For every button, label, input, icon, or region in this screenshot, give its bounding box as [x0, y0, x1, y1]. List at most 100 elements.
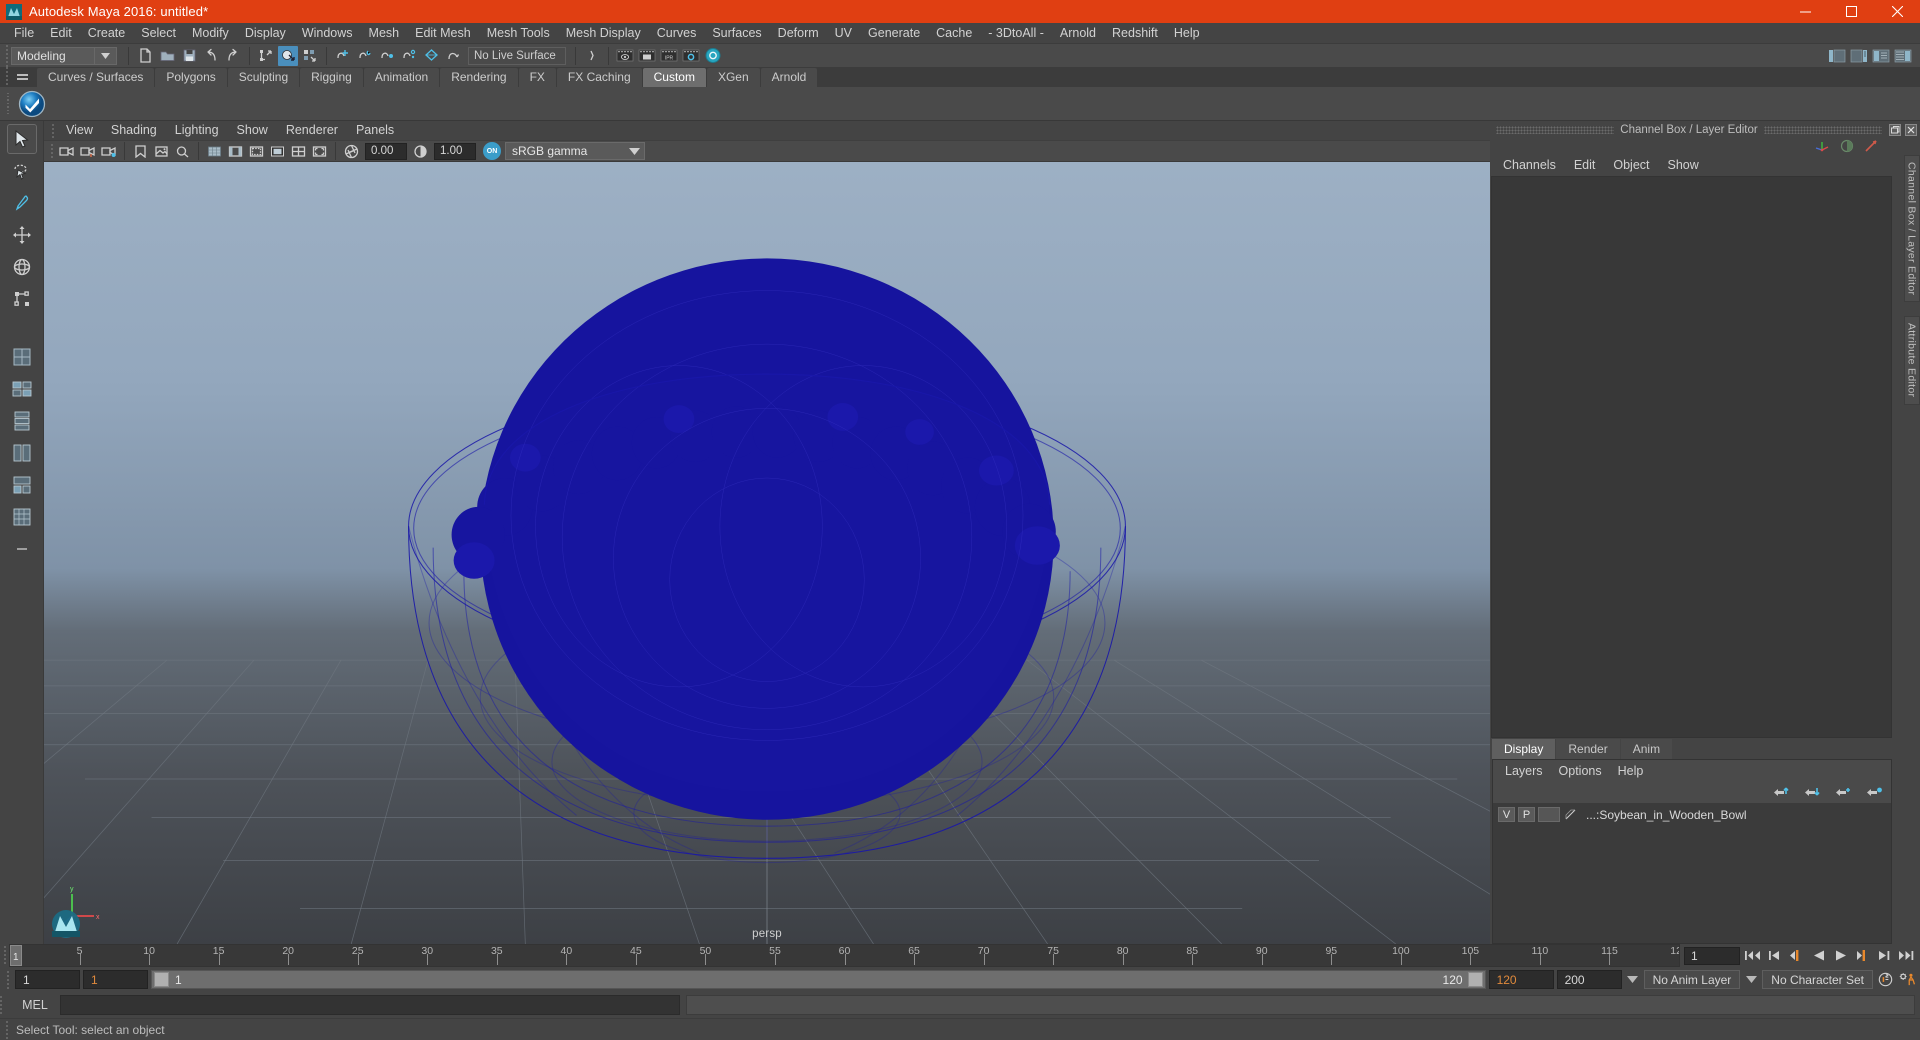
- menu-display[interactable]: Display: [237, 23, 294, 43]
- time-slider[interactable]: 1 5 10 15 20 25 30 35 40 45 50 55 60 65 70 75 80 85 90 95 1…: [9, 944, 1680, 967]
- show-hide-tool-settings-icon[interactable]: [1871, 46, 1891, 66]
- anim-start-time-field[interactable]: 1: [15, 970, 80, 989]
- image-plane-icon[interactable]: [152, 142, 171, 161]
- move-layer-down-icon[interactable]: [1804, 786, 1821, 799]
- shape-channels-icon[interactable]: [1840, 139, 1854, 153]
- character-set-chevron-down-icon[interactable]: [1743, 970, 1759, 989]
- layer-menu-layers[interactable]: Layers: [1497, 761, 1551, 781]
- viewport-menu-gripper[interactable]: [48, 120, 57, 142]
- anim-layer-selector[interactable]: No Anim Layer: [1643, 970, 1741, 989]
- menu-select[interactable]: Select: [133, 23, 184, 43]
- vertical-tab-channel-box[interactable]: Channel Box / Layer Editor: [1903, 155, 1920, 303]
- snap-to-grid-icon[interactable]: [333, 46, 353, 66]
- menu-curves[interactable]: Curves: [649, 23, 705, 43]
- menu-cache[interactable]: Cache: [928, 23, 980, 43]
- move-tool[interactable]: [8, 221, 36, 249]
- shelf-tab-polygons[interactable]: Polygons: [155, 68, 227, 87]
- menu-mesh-tools[interactable]: Mesh Tools: [479, 23, 558, 43]
- select-tool[interactable]: [6, 124, 37, 154]
- open-scene-icon[interactable]: [157, 46, 177, 66]
- vertical-tab-attribute-editor[interactable]: Attribute Editor: [1903, 316, 1920, 405]
- chevron-down-icon[interactable]: [95, 46, 117, 65]
- move-layer-up-icon[interactable]: [1773, 786, 1790, 799]
- snap-to-point-icon[interactable]: [377, 46, 397, 66]
- menu-redshift[interactable]: Redshift: [1104, 23, 1166, 43]
- film-origin-icon[interactable]: [289, 142, 308, 161]
- step-forward-keyframe-icon[interactable]: [1875, 946, 1894, 965]
- menu-create[interactable]: Create: [80, 23, 134, 43]
- shelf-tab-curves-surfaces[interactable]: Curves / Surfaces: [37, 68, 155, 87]
- render-view-toggle-icon[interactable]: [703, 46, 723, 66]
- layer-tab-anim[interactable]: Anim: [1620, 739, 1673, 759]
- range-handle-right[interactable]: [1467, 972, 1483, 987]
- new-layer-from-selected-icon[interactable]: [1866, 786, 1883, 799]
- menu-edit-mesh[interactable]: Edit Mesh: [407, 23, 479, 43]
- command-line-gripper[interactable]: [0, 996, 2, 1014]
- redo-icon[interactable]: [223, 46, 243, 66]
- select-by-component-type-icon[interactable]: [300, 46, 320, 66]
- snap-to-projected-center-icon[interactable]: [399, 46, 419, 66]
- viewport-menu-shading[interactable]: Shading: [102, 121, 166, 140]
- render-current-frame-icon[interactable]: [615, 46, 635, 66]
- layer-menu-options[interactable]: Options: [1551, 761, 1610, 781]
- toolbox-minus-icon[interactable]: [8, 535, 36, 563]
- shelf-tab-fx-caching[interactable]: FX Caching: [556, 68, 642, 87]
- output-channels-icon[interactable]: [1864, 139, 1878, 153]
- layout-hypershade-icon[interactable]: [8, 439, 36, 467]
- menu-deform[interactable]: Deform: [770, 23, 827, 43]
- menu-uv[interactable]: UV: [827, 23, 860, 43]
- layout-persp-graph-icon[interactable]: [8, 407, 36, 435]
- viewport-menu-renderer[interactable]: Renderer: [277, 121, 347, 140]
- gamma-value-field[interactable]: 1.00: [434, 142, 476, 160]
- ipr-render-icon[interactable]: IPR: [659, 46, 679, 66]
- menu-modify[interactable]: Modify: [184, 23, 237, 43]
- range-handle-left[interactable]: [154, 972, 169, 987]
- render-settings-icon[interactable]: [681, 46, 701, 66]
- menu-edit[interactable]: Edit: [42, 23, 80, 43]
- shelf-tab-animation[interactable]: Animation: [363, 68, 440, 87]
- menu-set-selector[interactable]: Modeling: [11, 46, 95, 65]
- layout-more-icon[interactable]: [8, 503, 36, 531]
- help-line-gripper[interactable]: [6, 1020, 8, 1039]
- render-sequence-icon[interactable]: [637, 46, 657, 66]
- snap-to-curve-icon[interactable]: [355, 46, 375, 66]
- channel-box-menu-edit[interactable]: Edit: [1565, 155, 1605, 175]
- bookmarks-icon[interactable]: [131, 142, 150, 161]
- menu-surfaces[interactable]: Surfaces: [704, 23, 769, 43]
- undo-icon[interactable]: [201, 46, 221, 66]
- new-scene-icon[interactable]: [135, 46, 155, 66]
- play-forwards-icon[interactable]: [1831, 946, 1850, 965]
- channel-box-menu-show[interactable]: Show: [1659, 155, 1708, 175]
- layer-color-swatch[interactable]: [1538, 807, 1560, 822]
- auto-keyframe-icon[interactable]: [1876, 970, 1895, 989]
- film-gate-icon[interactable]: [226, 142, 245, 161]
- show-hide-channel-box-icon[interactable]: [1893, 46, 1913, 66]
- viewport-menu-lighting[interactable]: Lighting: [166, 121, 228, 140]
- menu-3dtoall[interactable]: - 3DtoAll -: [980, 23, 1052, 43]
- playback-end-time-field[interactable]: 120: [1488, 970, 1554, 989]
- shelf-gripper[interactable]: [2, 65, 11, 87]
- anim-end-time-field[interactable]: 200: [1556, 970, 1622, 989]
- gate-mask-icon[interactable]: [268, 142, 287, 161]
- shelf-tab-rendering[interactable]: Rendering: [440, 68, 518, 87]
- command-language-label[interactable]: MEL: [10, 998, 60, 1012]
- range-slider-gripper[interactable]: [3, 969, 12, 991]
- shelf-tab-sculpting[interactable]: Sculpting: [227, 68, 300, 87]
- close-button[interactable]: [1874, 0, 1920, 23]
- exposure-value-field[interactable]: 0.00: [365, 142, 407, 160]
- color-management-toggle[interactable]: ON: [483, 142, 501, 160]
- live-surface-field[interactable]: No Live Surface: [468, 46, 566, 65]
- layer-menu-help[interactable]: Help: [1610, 761, 1652, 781]
- snap-to-view-plane-icon[interactable]: [421, 46, 441, 66]
- viewport-menu-panels[interactable]: Panels: [347, 121, 403, 140]
- menu-file[interactable]: File: [6, 23, 42, 43]
- channel-box-menu-channels[interactable]: Channels: [1494, 155, 1565, 175]
- save-scene-icon[interactable]: [179, 46, 199, 66]
- shelf-tab-xgen[interactable]: XGen: [706, 68, 760, 87]
- menu-mesh-display[interactable]: Mesh Display: [558, 23, 649, 43]
- shelf-body-gripper[interactable]: [3, 92, 12, 115]
- select-by-object-type-icon[interactable]: [278, 45, 298, 66]
- channel-box-content[interactable]: [1491, 176, 1892, 738]
- lock-camera-icon[interactable]: [78, 142, 97, 161]
- layout-persp-outliner-icon[interactable]: [8, 375, 36, 403]
